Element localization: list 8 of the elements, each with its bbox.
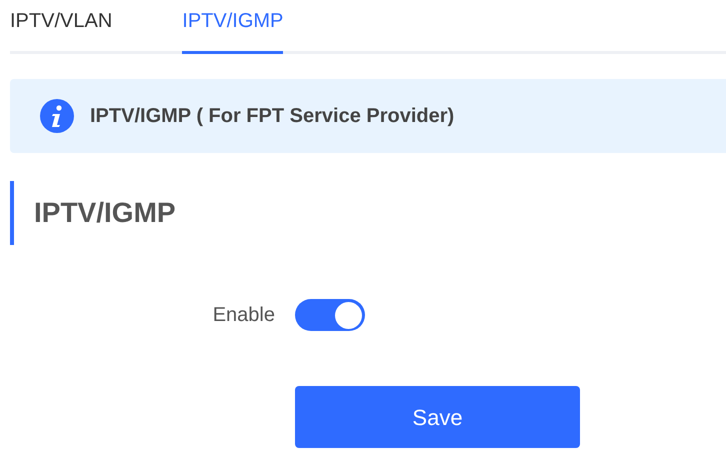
info-icon <box>40 99 74 133</box>
enable-label: Enable <box>212 303 275 328</box>
section-heading: IPTV/IGMP <box>10 181 726 245</box>
tab[interactable]: IPTV/IGMP <box>182 0 284 54</box>
enable-toggle[interactable] <box>295 299 365 331</box>
tab[interactable]: IPTV/VLAN <box>10 0 112 54</box>
save-button[interactable]: Save <box>295 386 580 448</box>
info-text: IPTV/IGMP ( For FPT Service Provider) <box>90 104 454 129</box>
